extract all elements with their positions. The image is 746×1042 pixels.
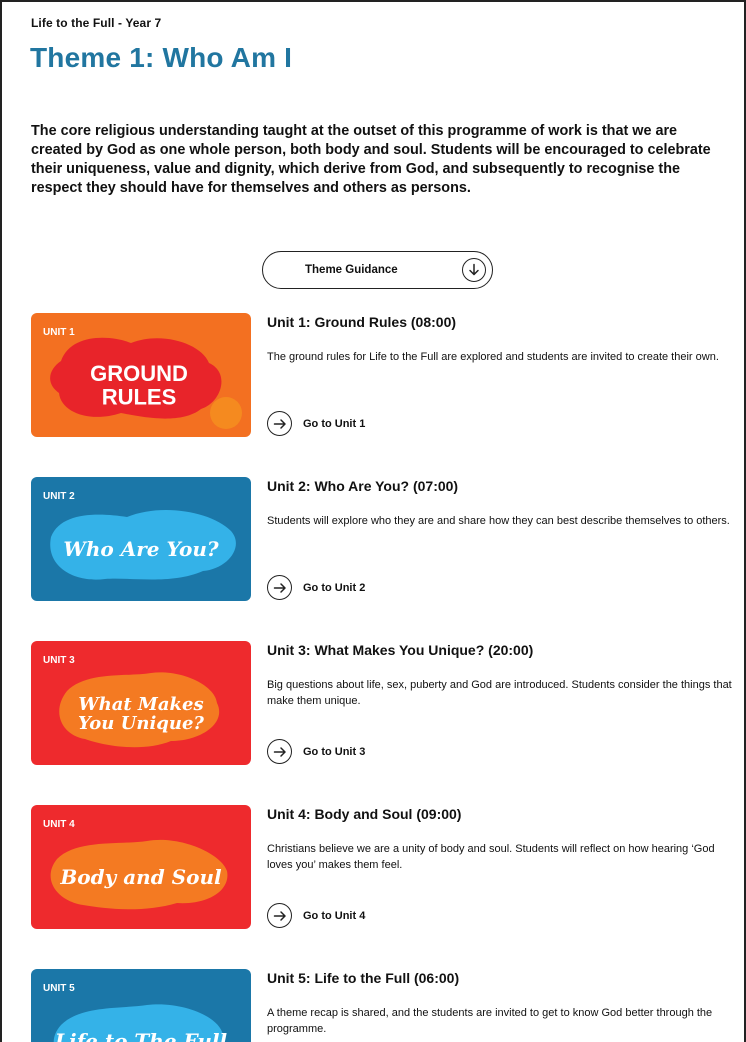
unit-title: Unit 4: Body and Soul (09:00) [267, 806, 462, 822]
unit-art-line: Who Are You? [63, 537, 218, 561]
unit-thumbnail[interactable]: UNIT 2 Who Are You? [31, 477, 251, 601]
page-frame: Life to the Full - Year 7 Theme 1: Who A… [0, 0, 746, 1042]
unit-row: UNIT 3 What Makes You Unique? Unit 3: Wha… [31, 641, 732, 765]
unit-row: UNIT 1 GROUND RULES Unit 1: Ground Rules … [31, 313, 731, 437]
unit-art-line: What Makes [78, 694, 203, 715]
unit-thumbnail[interactable]: UNIT 5 Life to The Full [31, 969, 251, 1042]
go-to-unit-link[interactable]: Go to Unit 2 [267, 575, 365, 600]
unit-row: UNIT 5 Life to The Full Unit 5: Life to … [31, 969, 731, 1042]
theme-guidance-label: Theme Guidance [305, 264, 398, 276]
intro-paragraph: The core religious understanding taught … [31, 123, 711, 196]
unit-art-line: Body and Soul [59, 865, 222, 889]
arrow-right-icon [267, 739, 292, 764]
unit-art-line: GROUND [90, 361, 188, 386]
unit-art-blob [210, 397, 242, 429]
unit-thumbnail[interactable]: UNIT 1 GROUND RULES [31, 313, 251, 437]
go-to-unit-label: Go to Unit 2 [303, 581, 366, 594]
go-to-unit-label: Go to Unit 4 [303, 909, 366, 922]
go-to-unit-link[interactable]: Go to Unit 1 [267, 411, 365, 436]
unit-badge: UNIT 4 [43, 819, 75, 830]
unit-description: The ground rules for Life to the Full ar… [267, 351, 719, 363]
theme-guidance-button[interactable]: Theme Guidance [262, 251, 493, 289]
unit-title: Unit 2: Who Are You? (07:00) [267, 478, 459, 494]
unit-art-line: Life to The Full [54, 1029, 228, 1042]
unit-description: Students will explore who they are and s… [267, 515, 730, 527]
go-to-unit-link[interactable]: Go to Unit 4 [267, 903, 365, 928]
download-arrow-icon [462, 258, 486, 282]
unit-description: Christians believe we are a unity of bod… [267, 843, 715, 871]
unit-art-line: RULES [102, 384, 177, 409]
go-to-unit-link[interactable]: Go to Unit 3 [267, 739, 365, 764]
unit-title: Unit 1: Ground Rules (08:00) [267, 314, 457, 330]
page-title: Theme 1: Who Am I [30, 42, 293, 73]
unit-badge: UNIT 5 [43, 983, 75, 994]
unit-description: Big questions about life, sex, puberty a… [267, 679, 732, 707]
go-to-unit-label: Go to Unit 3 [303, 745, 366, 758]
arrow-right-icon [267, 411, 292, 436]
breadcrumb: Life to the Full - Year 7 [31, 16, 162, 30]
unit-art-line: You Unique? [78, 713, 204, 734]
unit-thumbnail[interactable]: UNIT 4 Body and Soul [31, 805, 251, 929]
unit-badge: UNIT 2 [43, 491, 75, 502]
unit-row: UNIT 2 Who Are You? Unit 2: Who Are You?… [31, 477, 731, 601]
unit-badge: UNIT 1 [43, 327, 75, 338]
arrow-right-icon [267, 903, 292, 928]
go-to-unit-label: Go to Unit 1 [303, 417, 366, 430]
unit-title: Unit 3: What Makes You Unique? (20:00) [267, 642, 534, 658]
unit-row: UNIT 4 Body and Soul Unit 4: Body and So… [31, 805, 731, 929]
unit-badge: UNIT 3 [43, 655, 75, 666]
unit-title: Unit 5: Life to the Full (06:00) [267, 970, 460, 986]
unit-thumbnail[interactable]: UNIT 3 What Makes You Unique? [31, 641, 251, 765]
unit-description: A theme recap is shared, and the student… [267, 1007, 713, 1035]
arrow-right-icon [267, 575, 292, 600]
